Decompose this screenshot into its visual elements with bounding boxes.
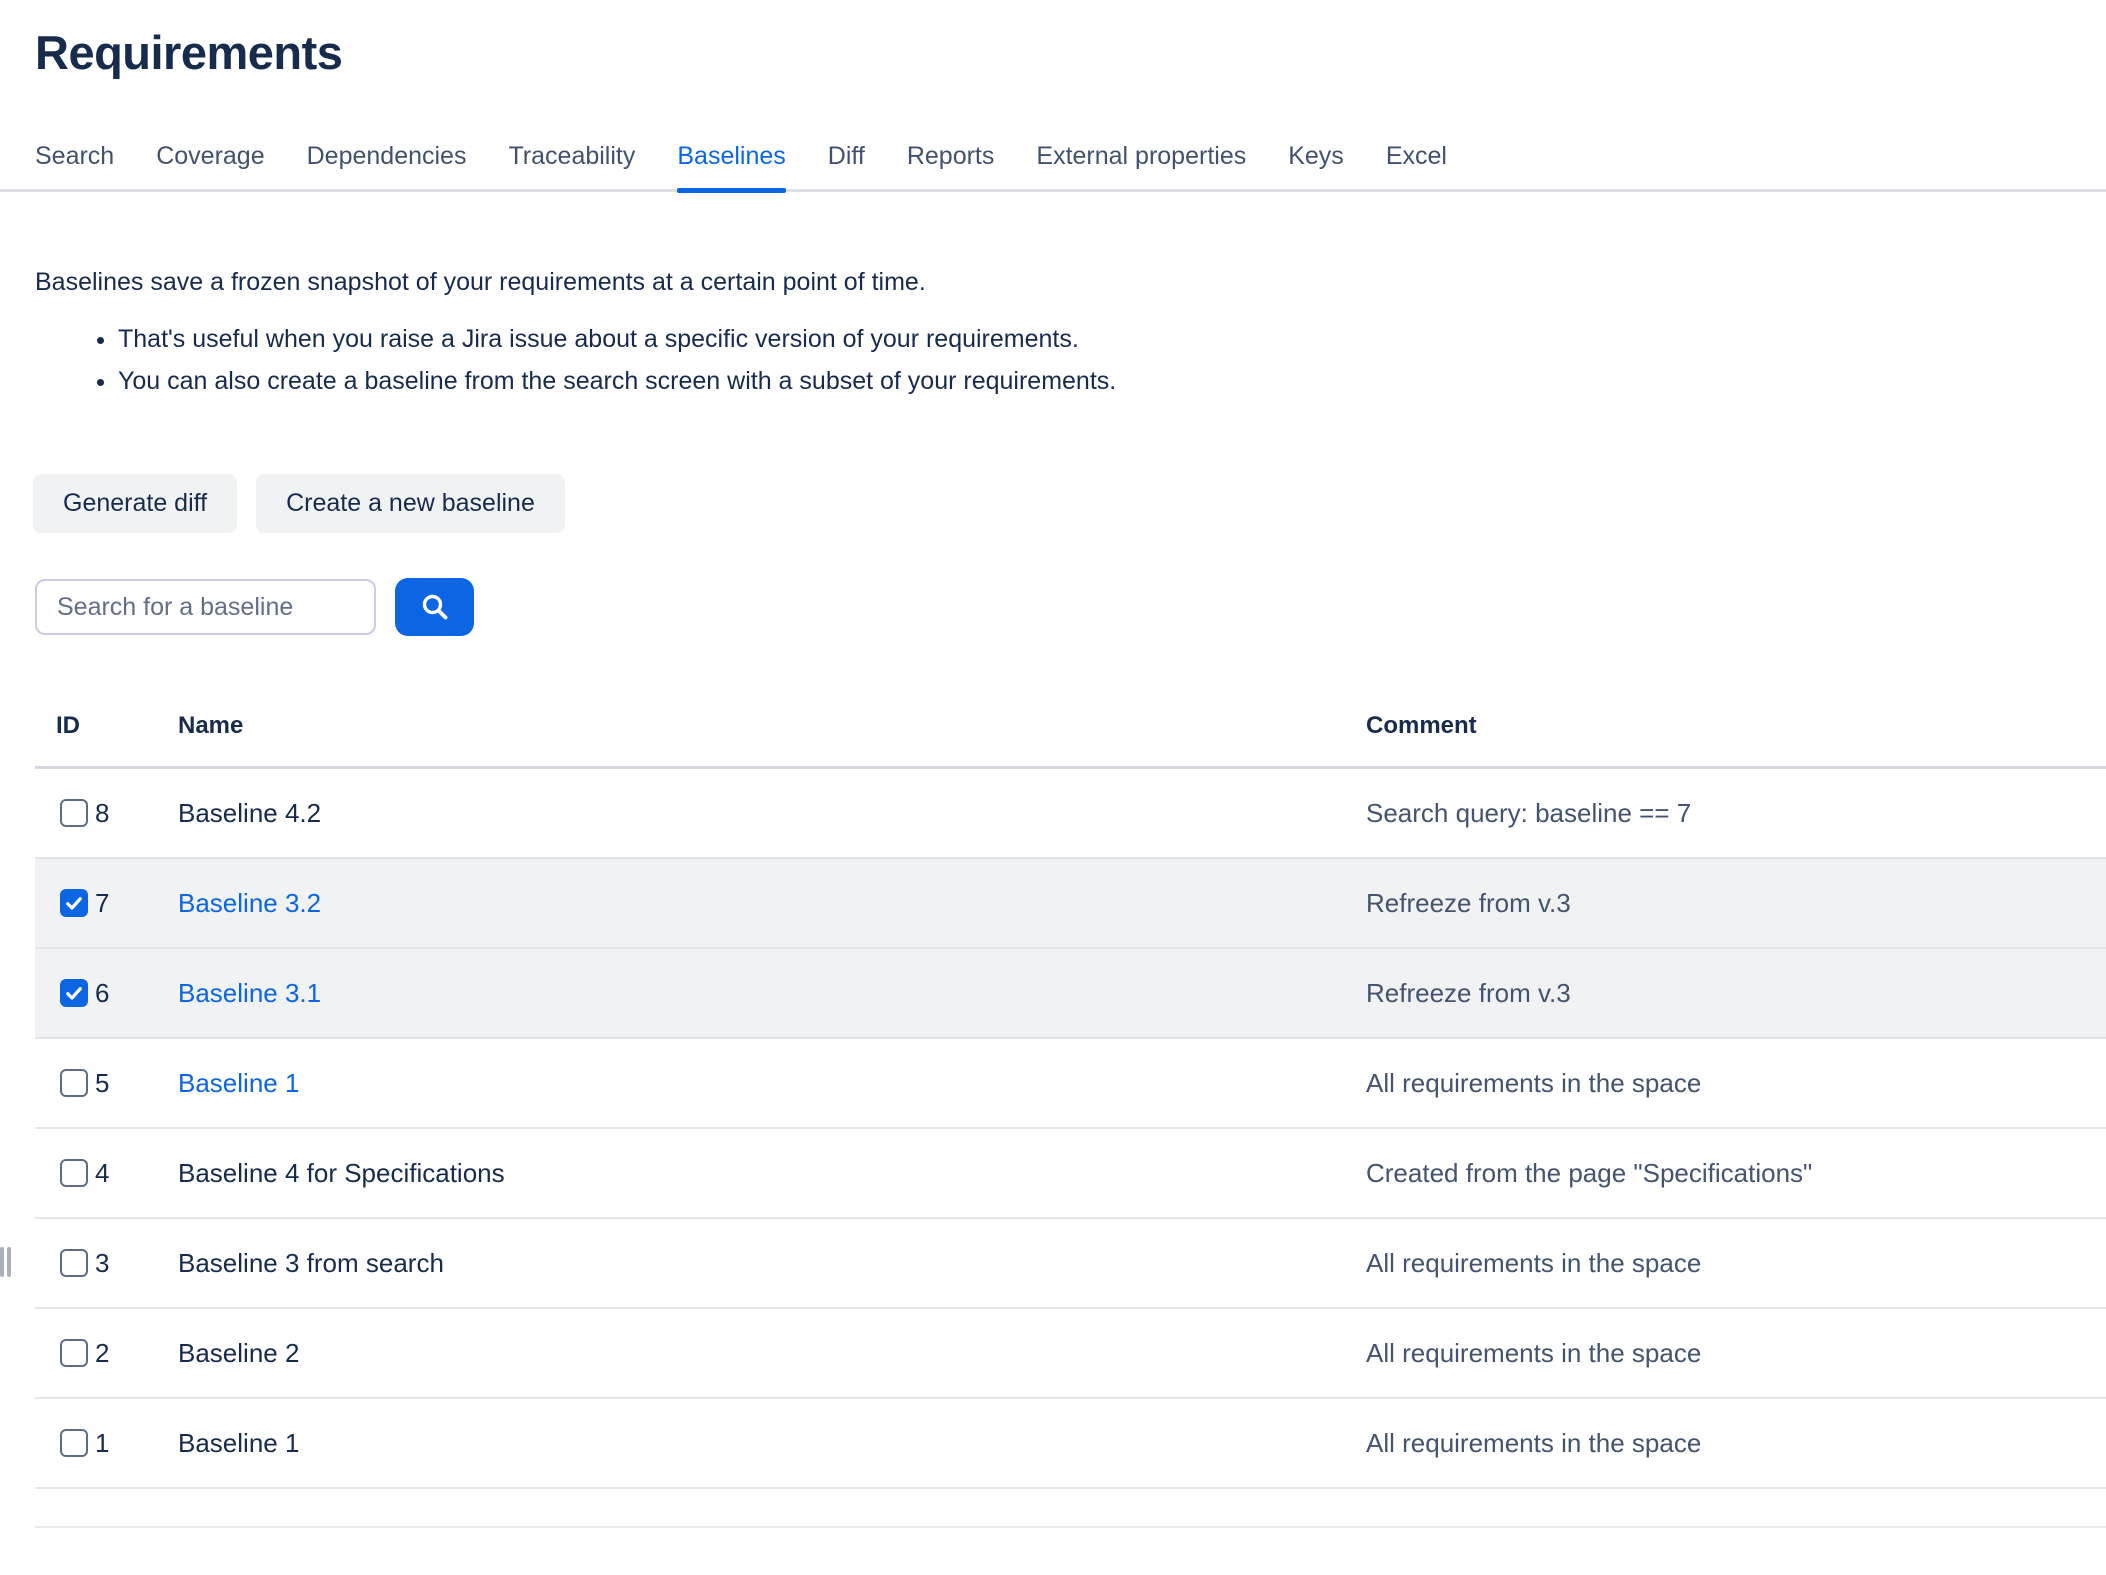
tab-traceability[interactable]: Traceability xyxy=(508,142,635,189)
table-row: 2 Baseline 2 All requirements in the spa… xyxy=(35,1309,2106,1399)
row-id: 3 xyxy=(95,1248,109,1279)
row-checkbox[interactable] xyxy=(60,979,88,1007)
generate-diff-button[interactable]: Generate diff xyxy=(33,474,237,533)
intro-bullet-2: You can also create a baseline from the … xyxy=(118,365,2106,398)
drag-handle-bar xyxy=(7,1247,11,1277)
id-cell: 6 xyxy=(35,978,178,1009)
baseline-name: Baseline 4 for Specifications xyxy=(178,1158,505,1188)
row-id: 6 xyxy=(95,978,109,1009)
baselines-table: ID Name Comment 8 Baseline 4.2 Search qu… xyxy=(35,700,2106,1528)
requirements-page: Requirements Search Coverage Dependencies T… xyxy=(0,25,2106,1528)
id-cell: 1 xyxy=(35,1428,178,1459)
name-cell: Baseline 1 xyxy=(178,1068,1366,1099)
table-row: 8 Baseline 4.2 Search query: baseline ==… xyxy=(35,769,2106,859)
baseline-search-bar xyxy=(35,578,2106,636)
row-checkbox[interactable] xyxy=(60,1339,88,1367)
baseline-name: Baseline 3 from search xyxy=(178,1248,444,1278)
row-id: 7 xyxy=(95,888,109,919)
drag-handle-bar xyxy=(0,1247,4,1277)
tab-excel[interactable]: Excel xyxy=(1386,142,1447,189)
baseline-name: Baseline 2 xyxy=(178,1338,299,1368)
search-icon xyxy=(419,591,451,623)
table-row: 4 Baseline 4 for Specifications Created … xyxy=(35,1129,2106,1219)
id-cell: 7 xyxy=(35,888,178,919)
tab-search[interactable]: Search xyxy=(35,142,114,189)
table-row: 6 Baseline 3.1 Refreeze from v.3 xyxy=(35,949,2106,1039)
baseline-comment: All requirements in the space xyxy=(1366,1068,2106,1099)
table-row: 5 Baseline 1 All requirements in the spa… xyxy=(35,1039,2106,1129)
page-title: Requirements xyxy=(35,25,2106,80)
table-bottom-divider xyxy=(35,1526,2106,1528)
create-new-baseline-button[interactable]: Create a new baseline xyxy=(256,474,565,533)
name-cell: Baseline 1 xyxy=(178,1428,1366,1459)
name-cell: Baseline 4.2 xyxy=(178,798,1366,829)
table-row: 7 Baseline 3.2 Refreeze from v.3 xyxy=(35,859,2106,949)
row-checkbox[interactable] xyxy=(60,1249,88,1277)
baseline-name: Baseline 1 xyxy=(178,1428,299,1458)
baseline-name[interactable]: Baseline 3.1 xyxy=(178,978,321,1008)
tab-bar: Search Coverage Dependencies Traceability Ba… xyxy=(0,142,2106,192)
row-id: 4 xyxy=(95,1158,109,1189)
column-header-name: Name xyxy=(178,712,1366,740)
id-cell: 5 xyxy=(35,1068,178,1099)
tab-keys[interactable]: Keys xyxy=(1288,142,1344,189)
tab-diff[interactable]: Diff xyxy=(828,142,865,189)
table-body: 8 Baseline 4.2 Search query: baseline ==… xyxy=(35,769,2106,1489)
name-cell: Baseline 4 for Specifications xyxy=(178,1158,1366,1189)
tab-external-properties[interactable]: External properties xyxy=(1036,142,1246,189)
name-cell: Baseline 2 xyxy=(178,1338,1366,1369)
baseline-name[interactable]: Baseline 3.2 xyxy=(178,888,321,918)
intro-bullets: That's useful when you raise a Jira issu… xyxy=(35,323,2106,398)
id-cell: 3 xyxy=(35,1248,178,1279)
intro-bullet-1: That's useful when you raise a Jira issu… xyxy=(118,323,2106,356)
row-checkbox[interactable] xyxy=(60,889,88,917)
name-cell: Baseline 3.1 xyxy=(178,978,1366,1009)
id-cell: 4 xyxy=(35,1158,178,1189)
checkmark-icon xyxy=(64,893,84,913)
baseline-comment: Refreeze from v.3 xyxy=(1366,888,2106,919)
baseline-name[interactable]: Baseline 1 xyxy=(178,1068,299,1098)
baseline-comment: Refreeze from v.3 xyxy=(1366,978,2106,1009)
id-cell: 2 xyxy=(35,1338,178,1369)
row-checkbox[interactable] xyxy=(60,1159,88,1187)
row-checkbox[interactable] xyxy=(60,1429,88,1457)
checkmark-icon xyxy=(64,983,84,1003)
table-header-row: ID Name Comment xyxy=(35,700,2106,769)
name-cell: Baseline 3 from search xyxy=(178,1248,1366,1279)
row-checkbox[interactable] xyxy=(60,1069,88,1097)
table-row: 3 Baseline 3 from search All requirement… xyxy=(35,1219,2106,1309)
baseline-comment: Created from the page "Specifications" xyxy=(1366,1158,2106,1189)
baseline-comment: Search query: baseline == 7 xyxy=(1366,798,2106,829)
row-checkbox[interactable] xyxy=(60,799,88,827)
baseline-comment: All requirements in the space xyxy=(1366,1248,2106,1279)
row-id: 1 xyxy=(95,1428,109,1459)
row-id: 8 xyxy=(95,798,109,829)
baseline-comment: All requirements in the space xyxy=(1366,1428,2106,1459)
tab-reports[interactable]: Reports xyxy=(907,142,995,189)
tab-dependencies[interactable]: Dependencies xyxy=(307,142,467,189)
tab-baselines[interactable]: Baselines xyxy=(677,142,785,189)
baseline-comment: All requirements in the space xyxy=(1366,1338,2106,1369)
action-buttons: Generate diff Create a new baseline xyxy=(33,474,2106,533)
tab-coverage[interactable]: Coverage xyxy=(156,142,264,189)
column-header-comment: Comment xyxy=(1366,712,2106,740)
baseline-search-button[interactable] xyxy=(395,578,474,636)
table-row: 1 Baseline 1 All requirements in the spa… xyxy=(35,1399,2106,1489)
column-header-id: ID xyxy=(35,712,178,740)
id-cell: 8 xyxy=(35,798,178,829)
intro-text: Baselines save a frozen snapshot of your… xyxy=(35,266,2106,299)
baseline-name: Baseline 4.2 xyxy=(178,798,321,828)
left-edge-drag-handle[interactable] xyxy=(0,1247,11,1277)
row-id: 2 xyxy=(95,1338,109,1369)
row-id: 5 xyxy=(95,1068,109,1099)
name-cell: Baseline 3.2 xyxy=(178,888,1366,919)
baseline-search-input[interactable] xyxy=(35,579,376,635)
